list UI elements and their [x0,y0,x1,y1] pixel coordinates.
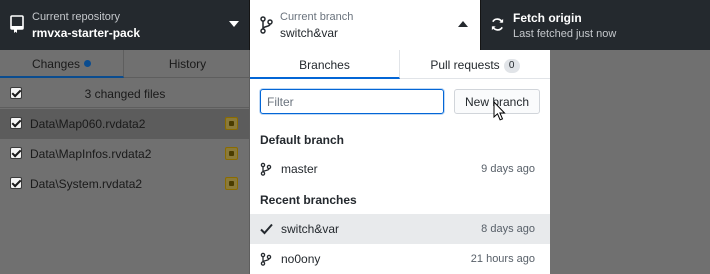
tab-branches[interactable]: Branches [250,50,400,79]
branch-selector[interactable]: Current branch switch&var [250,0,480,50]
branch-item-master[interactable]: master 9 days ago [250,154,550,184]
branch-item-time: 8 days ago [481,223,535,235]
fetch-subtitle: Last fetched just now [513,28,617,40]
branch-icon [260,16,273,34]
toolbar: Current repository rmvxa-starter-pack Cu… [0,0,710,50]
branch-title: Current branch [280,11,354,23]
tab-history-label: History [168,57,207,71]
default-branch-header: Default branch [260,133,345,147]
tab-branches-label: Branches [299,58,350,72]
repository-name: rmvxa-starter-pack [32,26,141,40]
branch-item-time: 21 hours ago [470,253,535,265]
pull-requests-count: 0 [503,59,520,73]
tab-changes-label: Changes [31,57,81,71]
changes-sidebar: Changes History 3 changed files Data\Map… [0,50,250,274]
file-row[interactable]: Data\Map060.rvdata2 [0,109,250,139]
recent-branches-header: Recent branches [260,193,357,207]
modified-icon [225,147,238,160]
file-checkbox[interactable] [10,177,22,189]
branch-item-name: switch&var [281,222,340,236]
changed-files-header: 3 changed files [0,79,250,108]
changed-files-count: 3 changed files [84,87,166,101]
tab-changes[interactable]: Changes [0,50,124,78]
tab-pull-requests-label: Pull requests [430,58,500,72]
branch-item-name: no0ony [281,252,321,266]
file-path: Data\MapInfos.rvdata2 [30,147,152,161]
tab-pull-requests[interactable]: Pull requests 0 [400,50,550,79]
file-checkbox[interactable] [10,147,22,159]
repo-icon [10,15,24,33]
branch-icon [260,252,272,266]
branch-dropdown-tabs: Branches Pull requests 0 [250,50,550,79]
fetch-title: Fetch origin [513,11,582,25]
branch-item-switch-var[interactable]: switch&var 8 days ago [250,214,550,244]
modified-icon [225,177,238,190]
repository-selector[interactable]: Current repository rmvxa-starter-pack [0,0,250,50]
sync-icon [491,18,504,31]
branch-item-name: master [281,162,318,176]
changes-indicator-dot [84,60,92,67]
file-row[interactable]: Data\MapInfos.rvdata2 [0,139,250,169]
check-icon [260,223,273,235]
chevron-down-icon [229,21,239,27]
branch-name: switch&var [280,26,339,40]
mouse-cursor-icon [493,101,506,121]
chevron-up-icon [458,21,468,27]
modified-icon [225,117,238,130]
fetch-origin-button[interactable]: Fetch origin Last fetched just now [480,0,710,50]
tab-history[interactable]: History [125,50,250,78]
file-row[interactable]: Data\System.rvdata2 [0,169,250,199]
branch-dropdown: Branches Pull requests0 New branch Defau… [250,50,550,274]
sidebar-tabs: Changes History [0,50,250,78]
branch-item-no0ony[interactable]: no0ony 21 hours ago [250,244,550,274]
file-path: Data\System.rvdata2 [30,177,143,191]
branch-icon [260,162,272,176]
diff-area [550,50,710,274]
branch-item-time: 9 days ago [481,163,535,175]
branch-filter-input[interactable] [260,89,444,114]
repository-title: Current repository [32,11,121,23]
file-checkbox[interactable] [10,117,22,129]
file-path: Data\Map060.rvdata2 [30,117,146,131]
